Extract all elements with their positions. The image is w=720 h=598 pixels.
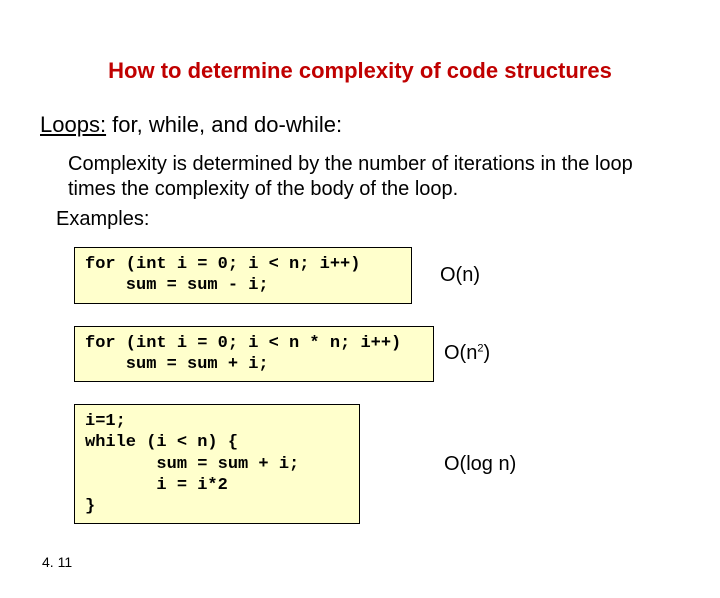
example-row: for (int i = 0; i < n * n; i++) sum = su… — [74, 326, 720, 383]
loops-heading: Loops: for, while, and do-while: — [40, 112, 720, 138]
example-row: i=1; while (i < n) { sum = sum + i; i = … — [74, 404, 720, 524]
complexity-label: O(log n) — [444, 453, 516, 476]
complexity-label: O(n2) — [444, 342, 490, 365]
description-text: Complexity is determined by the number o… — [68, 152, 670, 202]
slide-title: How to determine complexity of code stru… — [40, 58, 680, 84]
complexity-prefix: O(n — [444, 342, 477, 364]
loops-heading-rest: for, while, and do-while: — [106, 112, 342, 137]
code-block: for (int i = 0; i < n; i++) sum = sum - … — [74, 247, 412, 304]
page-number: 4. 11 — [42, 554, 72, 570]
code-block: i=1; while (i < n) { sum = sum + i; i = … — [74, 404, 360, 524]
code-block: for (int i = 0; i < n * n; i++) sum = su… — [74, 326, 434, 383]
loops-heading-underlined: Loops: — [40, 112, 106, 137]
complexity-suffix: ) — [483, 342, 490, 364]
complexity-label: O(n) — [440, 264, 480, 287]
examples-label: Examples: — [56, 208, 720, 231]
example-row: for (int i = 0; i < n; i++) sum = sum - … — [74, 247, 720, 304]
